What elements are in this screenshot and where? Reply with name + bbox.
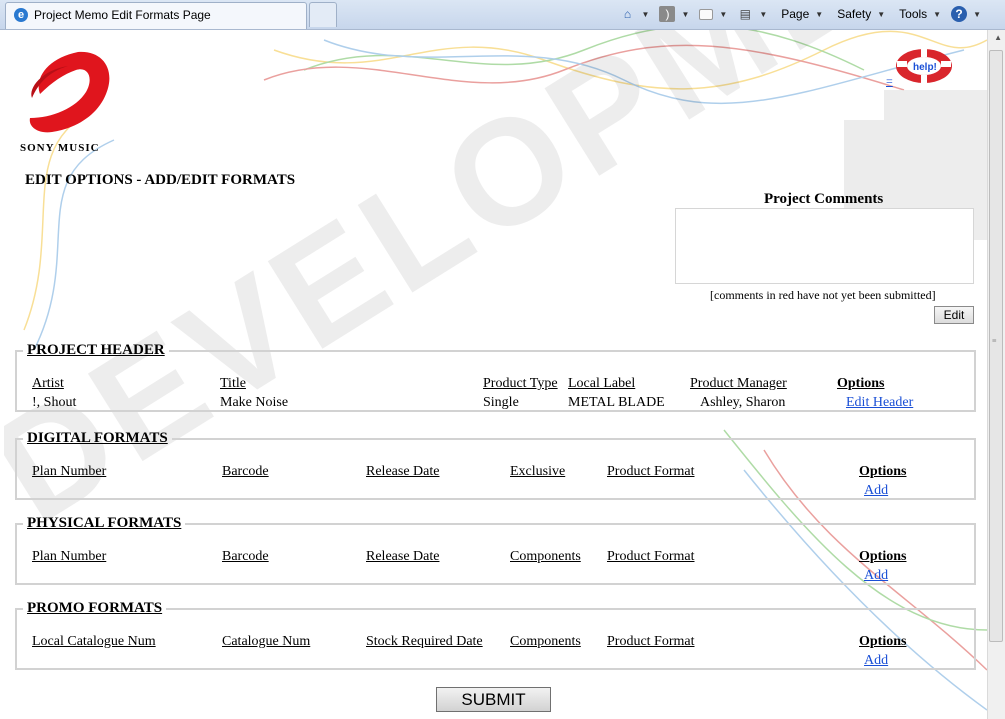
physical-formats-section: PHYSICAL FORMATS Plan Number Barcode Rel… (15, 515, 976, 585)
grip-icon: ≡ (992, 336, 997, 345)
column-header-barcode[interactable]: Barcode (222, 549, 269, 565)
browser-toolbar: e Project Memo Edit Formats Page ⌂ ▼ ) ▼… (0, 0, 1005, 30)
page-menu[interactable]: Page (781, 7, 809, 21)
column-header-product-manager[interactable]: Product Manager (690, 376, 787, 392)
section-legend: PROJECT HEADER (27, 342, 165, 358)
safety-dropdown-icon[interactable]: ▼ (877, 10, 885, 19)
tools-menu[interactable]: Tools (899, 7, 927, 21)
column-header-product-format[interactable]: Product Format (607, 634, 695, 650)
page-content: DEVELOPMENT SONY MUSIC help! = EDIT OPTI… (4, 30, 987, 719)
column-header-options: Options (859, 549, 907, 564)
column-header-local-catalogue-num[interactable]: Local Catalogue Num (32, 634, 156, 650)
home-icon[interactable]: ⌂ (620, 6, 636, 22)
column-header-release-date[interactable]: Release Date (366, 464, 439, 480)
new-tab-button[interactable] (309, 2, 337, 27)
submit-button[interactable]: SUBMIT (436, 687, 551, 712)
scroll-up-arrow-icon[interactable]: ▲ (994, 33, 1002, 42)
project-comments-title: Project Comments (764, 191, 884, 207)
print-dropdown-icon[interactable]: ▼ (759, 10, 767, 19)
home-dropdown-icon[interactable]: ▼ (642, 10, 650, 19)
column-header-plan-number[interactable]: Plan Number (32, 549, 106, 565)
comments-note: [comments in red have not yet been submi… (710, 288, 936, 302)
cell-product-type: Single (483, 395, 519, 410)
column-header-product-type[interactable]: Product Type (483, 376, 558, 392)
column-header-artist[interactable]: Artist (32, 376, 64, 392)
sony-music-logo-icon (29, 51, 110, 133)
tools-dropdown-icon[interactable]: ▼ (933, 10, 941, 19)
help-icon-text: help! (913, 62, 937, 73)
add-physical-format-link[interactable]: Add (864, 568, 888, 584)
help-menu-icon[interactable]: ? (951, 6, 968, 22)
tab-title: Project Memo Edit Formats Page (34, 8, 211, 22)
mail-icon[interactable] (699, 8, 714, 20)
mail-dropdown-icon[interactable]: ▼ (719, 10, 727, 19)
command-bar: ⌂ ▼ ) ▼ ▼ ▤ ▼ Page ▼ Safety ▼ Tools ▼ ? … (620, 4, 985, 24)
add-promo-format-link[interactable]: Add (864, 653, 888, 669)
column-header-barcode[interactable]: Barcode (222, 464, 269, 480)
project-comments-box[interactable] (675, 208, 974, 284)
project-header-section: PROJECT HEADER Artist Title Product Type… (15, 342, 976, 412)
cell-title: Make Noise (220, 395, 289, 410)
ie-icon: e (14, 8, 28, 22)
feeds-icon[interactable]: ) (659, 6, 676, 22)
column-header-components[interactable]: Components (510, 549, 581, 565)
column-header-plan-number[interactable]: Plan Number (32, 464, 106, 480)
column-header-components[interactable]: Components (510, 634, 581, 650)
safety-menu[interactable]: Safety (837, 7, 871, 21)
column-header-options: Options (837, 376, 885, 391)
help-lifebuoy-icon[interactable]: help! (893, 46, 955, 86)
logo-text: SONY MUSIC (20, 142, 100, 154)
edit-header-link[interactable]: Edit Header (846, 395, 913, 411)
cell-artist: !, Shout (32, 395, 77, 410)
digital-formats-section: DIGITAL FORMATS Plan Number Barcode Rele… (15, 430, 976, 500)
column-header-local-label[interactable]: Local Label (568, 376, 635, 392)
scrollbar-thumb[interactable]: ≡ (989, 50, 1003, 642)
column-header-exclusive[interactable]: Exclusive (510, 464, 565, 480)
feeds-dropdown-icon[interactable]: ▼ (681, 10, 689, 19)
column-header-stock-required-date[interactable]: Stock Required Date (366, 634, 483, 650)
browser-tab[interactable]: e Project Memo Edit Formats Page (5, 2, 307, 29)
page-dropdown-icon[interactable]: ▼ (815, 10, 823, 19)
column-header-product-format[interactable]: Product Format (607, 549, 695, 565)
column-header-catalogue-num[interactable]: Catalogue Num (222, 634, 310, 650)
column-header-options: Options (859, 634, 907, 649)
section-legend: PROMO FORMATS (27, 600, 163, 616)
help-dropdown-icon[interactable]: ▼ (973, 10, 981, 19)
help-link[interactable]: = (886, 74, 893, 89)
column-header-product-format[interactable]: Product Format (607, 464, 695, 480)
promo-formats-section: PROMO FORMATS Local Catalogue Num Catalo… (15, 600, 976, 670)
page-title: EDIT OPTIONS - ADD/EDIT FORMATS (25, 172, 296, 188)
column-header-release-date[interactable]: Release Date (366, 549, 439, 565)
edit-comments-button[interactable]: Edit (934, 306, 974, 324)
column-header-options: Options (859, 464, 907, 479)
cell-local-label: METAL BLADE (568, 395, 665, 410)
section-legend: DIGITAL FORMATS (27, 430, 168, 446)
add-digital-format-link[interactable]: Add (864, 483, 888, 499)
cell-product-manager: Ashley, Sharon (700, 395, 786, 410)
column-header-title[interactable]: Title (220, 376, 246, 392)
print-icon[interactable]: ▤ (737, 6, 753, 22)
section-legend: PHYSICAL FORMATS (27, 515, 182, 531)
